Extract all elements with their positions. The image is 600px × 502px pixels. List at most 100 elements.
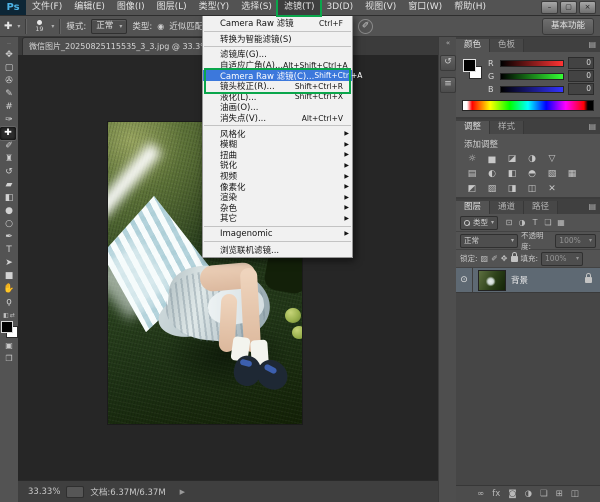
black-white-icon[interactable]: ◧	[504, 168, 520, 181]
layer-visibility-eye-icon[interactable]: ⊙	[456, 268, 473, 292]
brush-pressure-icon[interactable]: ✐	[358, 19, 373, 34]
history-brush-tool[interactable]: ↺	[0, 166, 18, 179]
menubar-item-8[interactable]: 视图(V)	[359, 0, 402, 15]
menubar-item-4[interactable]: 类型(Y)	[193, 0, 236, 15]
invert-icon[interactable]: ◩	[464, 183, 480, 196]
quick-mask-icon[interactable]: ▣	[5, 341, 13, 350]
panel-menu-icon[interactable]: ▤	[588, 40, 596, 49]
panel-menu-icon[interactable]: ▤	[588, 202, 596, 211]
filter-menu-item-24[interactable]: 浏览联机滤镜...	[203, 244, 352, 255]
color-balance-icon[interactable]: ◐	[484, 168, 500, 181]
menubar-item-1[interactable]: 编辑(E)	[68, 0, 111, 15]
type-tool[interactable]: T	[0, 244, 18, 257]
layer-name[interactable]: 背景	[511, 274, 585, 286]
menubar-item-3[interactable]: 图层(L)	[151, 0, 193, 15]
panel-menu-icon[interactable]: ▤	[588, 122, 596, 131]
lock-all-icon[interactable]	[511, 256, 518, 262]
menubar-item-10[interactable]: 帮助(H)	[448, 0, 492, 15]
crop-tool[interactable]: #	[0, 101, 18, 114]
gradient-map-icon[interactable]: ◫	[524, 183, 540, 196]
brightness-contrast-icon[interactable]: ☼	[464, 153, 480, 166]
expand-panels-icon[interactable]: «	[446, 37, 450, 49]
blur-tool[interactable]: ●	[0, 205, 18, 218]
threshold-icon[interactable]: ◨	[504, 183, 520, 196]
toolbar-drag-dots[interactable]: ‥	[7, 37, 11, 49]
mode-select[interactable]: 正常 ▾	[91, 19, 127, 34]
layers-tab-1[interactable]: 通道	[490, 201, 524, 214]
zoom-tool[interactable]: ϙ	[0, 296, 18, 309]
layers-tab-2[interactable]: 路径	[524, 201, 558, 214]
posterize-icon[interactable]: ▨	[484, 183, 500, 196]
brush-caret-icon[interactable]: ▾	[51, 23, 54, 30]
rectangle-tool[interactable]: ■	[0, 270, 18, 283]
new-layer-icon[interactable]: ⊞	[556, 486, 563, 502]
proximity-match-radio[interactable]: ◉	[157, 22, 164, 31]
channel-mixer-icon[interactable]: ▧	[544, 168, 560, 181]
channel-slider[interactable]	[500, 86, 564, 93]
history-panel-button[interactable]: ↺	[440, 55, 456, 71]
shape-layer-filter-icon[interactable]: ❏	[543, 218, 553, 227]
brush-tool[interactable]: ✐	[0, 140, 18, 153]
menubar-item-6[interactable]: 滤镜(T)	[278, 0, 321, 15]
menubar-item-2[interactable]: 图像(I)	[111, 0, 151, 15]
lock-move-icon[interactable]: ✥	[501, 254, 508, 263]
channel-value[interactable]: 0	[568, 57, 594, 69]
status-menu-arrow-icon[interactable]: ▶	[180, 488, 185, 496]
color-tab-1[interactable]: 色板	[490, 39, 524, 52]
screen-mode-icon[interactable]: ❐	[5, 354, 12, 363]
workspace-button[interactable]: 基本功能	[542, 18, 594, 35]
menubar-item-5[interactable]: 选择(S)	[235, 0, 278, 15]
swap-colors-icon[interactable]: ⇄	[10, 312, 15, 319]
adjustment-layer-filter-icon[interactable]: ◑	[517, 218, 527, 227]
brush-size-picker[interactable]: 19	[32, 20, 46, 33]
dodge-tool[interactable]: ○	[0, 218, 18, 231]
channel-value[interactable]: 0	[568, 83, 594, 95]
layer-style-icon[interactable]: fx	[492, 486, 500, 502]
layer-mask-icon[interactable]: ◙	[508, 486, 516, 502]
color-lookup-icon[interactable]: ▦	[564, 168, 580, 181]
layer-filter-type-select[interactable]: 类型 ▾	[460, 216, 498, 230]
layer-row-background[interactable]: ⊙ 背景	[456, 268, 600, 293]
filter-menu-item-2[interactable]: 转换为智能滤镜(S)	[203, 34, 352, 45]
lasso-tool[interactable]: ✇	[0, 75, 18, 88]
color-spectrum-ramp[interactable]	[462, 100, 594, 111]
quick-selection-tool[interactable]: ✎	[0, 88, 18, 101]
lock-transparent-icon[interactable]: ▨	[481, 254, 489, 263]
rectangular-marquee-tool[interactable]: ▢	[0, 62, 18, 75]
hand-tool[interactable]: ✋	[0, 283, 18, 296]
menubar-item-0[interactable]: 文件(F)	[26, 0, 68, 15]
adjustments-tab-1[interactable]: 样式	[490, 121, 524, 134]
blend-mode-select[interactable]: 正常 ▾	[460, 234, 518, 248]
lock-paint-icon[interactable]: ✐	[491, 254, 498, 263]
close-button[interactable]: ×	[579, 1, 596, 14]
properties-panel-button[interactable]: ≡	[440, 77, 456, 93]
link-layers-icon[interactable]: ∞	[477, 486, 484, 502]
color-tab-0[interactable]: 颜色	[456, 39, 490, 52]
hue-saturation-icon[interactable]: ▤	[464, 168, 480, 181]
move-tool[interactable]: ✥	[0, 49, 18, 62]
menubar-item-9[interactable]: 窗口(W)	[402, 0, 448, 15]
type-layer-filter-icon[interactable]: T	[530, 218, 540, 227]
adjustments-tab-0[interactable]: 调整	[456, 121, 490, 134]
new-adjustment-layer-icon[interactable]: ◑	[525, 486, 532, 502]
delete-layer-icon[interactable]: ◫	[571, 486, 579, 502]
spot-healing-brush-tool[interactable]: ✚	[0, 127, 16, 140]
maximize-button[interactable]: ▢	[560, 1, 577, 14]
foreground-color-swatch[interactable]	[463, 59, 476, 72]
vibrance-icon[interactable]: ▽	[544, 153, 560, 166]
channel-slider[interactable]	[500, 73, 564, 80]
foreground-color-swatch[interactable]	[1, 321, 13, 333]
layer-thumbnail[interactable]	[478, 270, 506, 291]
layers-tab-0[interactable]: 图层	[456, 201, 490, 214]
minimize-button[interactable]: –	[541, 1, 558, 14]
filter-menu-item-22[interactable]: Imagenomic▶	[203, 229, 352, 240]
smart-object-filter-icon[interactable]: ▦	[556, 218, 566, 227]
zoom-level[interactable]: 33.33%	[28, 487, 60, 497]
pen-tool[interactable]: ✒	[0, 231, 18, 244]
tool-preset-caret-icon[interactable]: ▾	[17, 23, 20, 30]
layer-group-icon[interactable]: ❏	[540, 486, 548, 502]
gradient-tool[interactable]: ◧	[0, 192, 18, 205]
photo-filter-icon[interactable]: ◓	[524, 168, 540, 181]
levels-icon[interactable]: ▅	[484, 153, 500, 166]
channel-value[interactable]: 0	[568, 70, 594, 82]
